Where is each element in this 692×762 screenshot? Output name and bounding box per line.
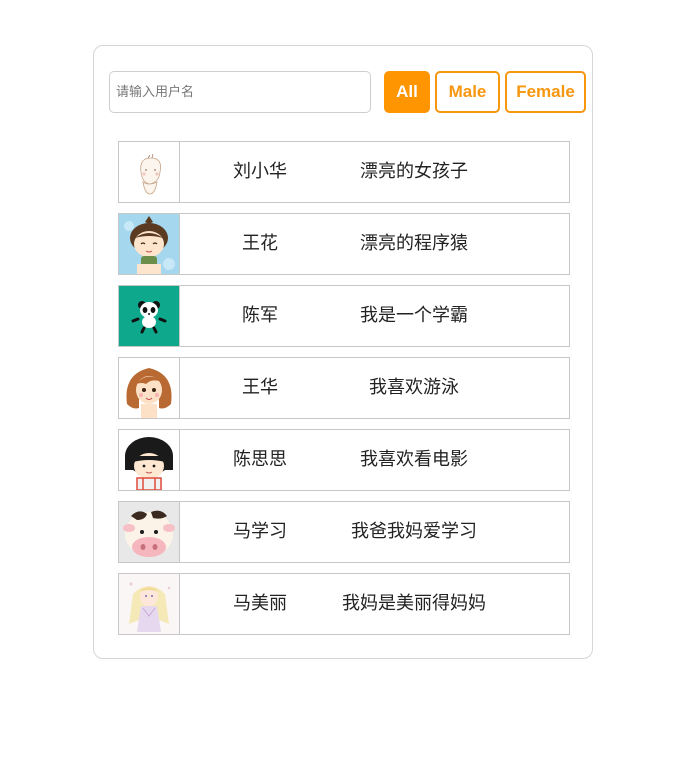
user-description: 漂亮的女孩子 <box>360 161 468 182</box>
user-list-panel: All Male Female 刘小华 漂亮的女孩子 <box>93 45 593 659</box>
user-description: 我是一个学霸 <box>360 305 468 326</box>
brown-hair-girl-avatar <box>119 358 180 418</box>
user-description: 我喜欢游泳 <box>369 377 459 398</box>
user-name: 王花 <box>242 233 278 254</box>
user-name: 王华 <box>242 377 278 398</box>
filter-all-button[interactable]: All <box>384 71 430 113</box>
user-row[interactable]: 陈思思 我喜欢看电影 <box>118 429 570 491</box>
user-name: 陈军 <box>242 305 278 326</box>
user-name: 马学习 <box>233 521 287 542</box>
filter-male-button[interactable]: Male <box>435 71 500 113</box>
username-search-input[interactable] <box>109 71 371 113</box>
user-row[interactable]: 陈军 我是一个学霸 <box>118 285 570 347</box>
user-list: 刘小华 漂亮的女孩子 王花 漂亮的程序猿 陈军 我是一个学霸 王华 我喜欢游泳 … <box>118 141 570 645</box>
black-hair-girl-avatar <box>119 430 180 490</box>
user-description: 漂亮的程序猿 <box>360 233 468 254</box>
cow-avatar <box>119 502 180 562</box>
user-row[interactable]: 王花 漂亮的程序猿 <box>118 213 570 275</box>
cartoon-girl-avatar <box>119 214 180 274</box>
user-row[interactable]: 刘小华 漂亮的女孩子 <box>118 141 570 203</box>
user-row[interactable]: 马美丽 我妈是美丽得妈妈 <box>118 573 570 635</box>
user-name: 陈思思 <box>233 449 287 470</box>
user-row[interactable]: 王华 我喜欢游泳 <box>118 357 570 419</box>
sketch-girl-avatar <box>119 142 180 202</box>
user-name: 马美丽 <box>233 593 287 614</box>
user-name: 刘小华 <box>233 161 287 182</box>
anime-girl-avatar <box>119 574 180 634</box>
user-description: 我妈是美丽得妈妈 <box>342 593 486 614</box>
user-row[interactable]: 马学习 我爸我妈爱学习 <box>118 501 570 563</box>
user-description: 我喜欢看电影 <box>360 449 468 470</box>
filter-female-button[interactable]: Female <box>505 71 586 113</box>
user-description: 我爸我妈爱学习 <box>351 521 477 542</box>
panda-avatar <box>119 286 180 346</box>
